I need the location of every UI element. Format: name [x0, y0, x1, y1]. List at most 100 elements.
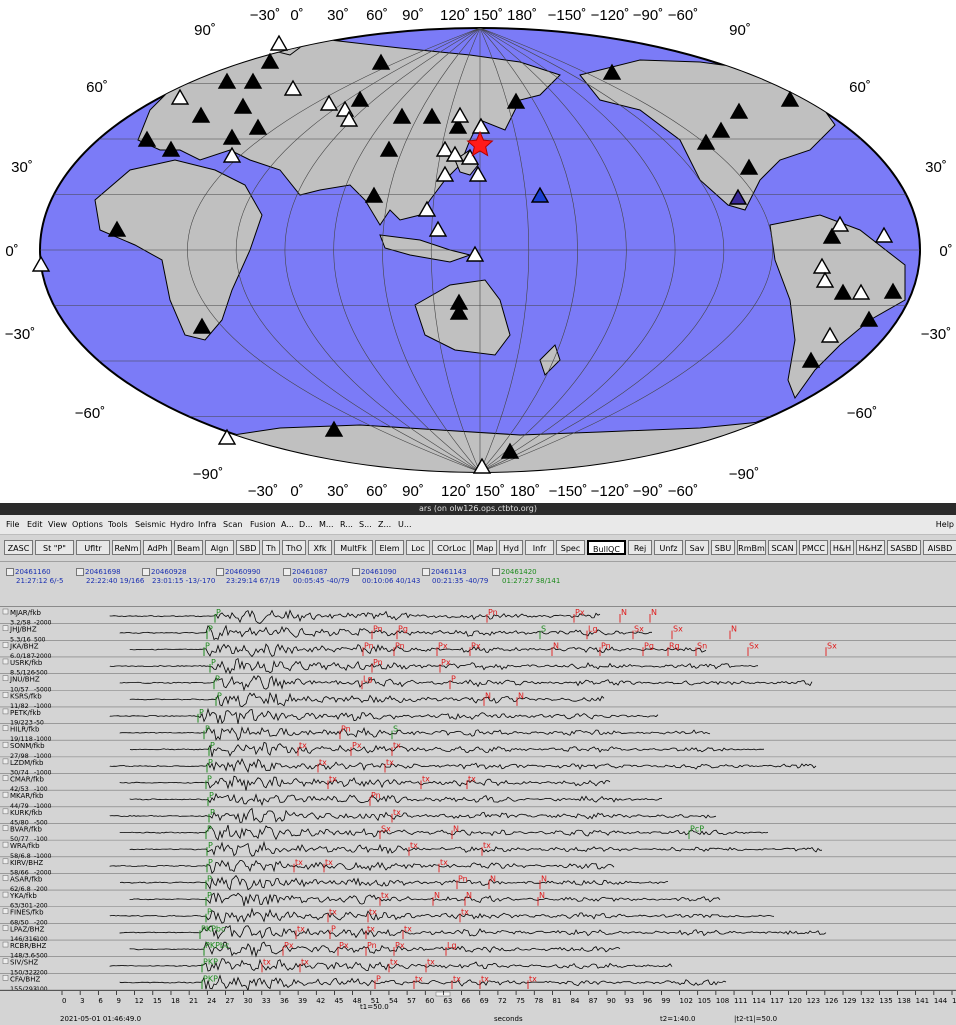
toolbar-button-adph[interactable]: AdPh [143, 540, 172, 555]
toolbar-button-rmbm[interactable]: RmBm [737, 540, 766, 555]
toolbar-button-ufltr[interactable]: Ufltr [76, 540, 110, 555]
channel-checkbox[interactable] [2, 642, 9, 648]
event-entry[interactable]: 20461087 00:05:45 -40/79 [283, 568, 349, 586]
channel-row[interactable]: USRK/fkb8.5/126 -500P Pn Px [0, 658, 956, 677]
event-entry[interactable]: 20461143 00:21:35 -40/79 [422, 568, 488, 586]
toolbar-button-algn[interactable]: Algn [205, 540, 234, 555]
toolbar-button-elem[interactable]: Elem [375, 540, 404, 555]
channel-row[interactable]: KURK/fkb45/80 -500P tx [0, 807, 956, 827]
channel-row[interactable]: MKAR/fkb44/79 -1000P Pn [0, 791, 956, 810]
event-checkbox[interactable] [6, 568, 14, 576]
event-entry[interactable]: 20461420 01:27:27 38/141 [492, 568, 560, 586]
toolbar-button-scan[interactable]: SCAN [768, 540, 797, 555]
scroll-thumb[interactable] [435, 991, 451, 997]
menu-options-3[interactable]: Options [72, 520, 103, 529]
toolbar-button-sasbd[interactable]: SASBD [887, 540, 921, 555]
toolbar-button-tho[interactable]: ThO [282, 540, 306, 555]
channel-checkbox[interactable] [2, 825, 9, 831]
channel-row[interactable]: JKA/BHZ6.0/187 -2000P Pn Pn Px Px N Pn Pg Rg Sn Sx S… [0, 641, 956, 660]
toolbar-button-hhz[interactable]: H&HZ [856, 540, 885, 555]
channel-checkbox[interactable] [2, 675, 9, 681]
channel-row[interactable]: MJAR/fkb3.2/58 -2000P Pn Px N N [0, 608, 956, 627]
channel-row[interactable]: LZDM/fkb30/74 -1000P tx tx [0, 758, 956, 777]
toolbar-button-stp[interactable]: St "P" [35, 540, 74, 555]
toolbar-button-bullqc[interactable]: BullQC [587, 540, 626, 555]
channel-checkbox[interactable] [2, 925, 9, 931]
waveform-display[interactable]: MJAR/fkb3.2/58 -2000P Pn Px N NJHJ/BHZ5.3/16 5… [0, 607, 956, 993]
channel-checkbox[interactable] [2, 858, 9, 865]
menu-seismic-5[interactable]: Seismic [135, 520, 166, 529]
channel-row[interactable]: FINES/fkb68/50 -200P tx tx tx [0, 907, 956, 927]
channel-row[interactable]: RCBR/BHZ148/3.6 -500PKPbc Px Px Pn Px Lg [0, 941, 956, 960]
toolbar-button-hyd[interactable]: Hyd [499, 540, 523, 555]
menu-d-11[interactable]: D... [299, 520, 313, 529]
menu-scan-8[interactable]: Scan [223, 520, 242, 529]
toolbar-button-hh[interactable]: H&H [830, 540, 854, 555]
event-checkbox[interactable] [492, 568, 500, 576]
channel-checkbox[interactable] [2, 791, 9, 798]
event-checkbox[interactable] [422, 568, 430, 576]
channel-checkbox[interactable] [2, 841, 9, 848]
channel-row[interactable]: KSRS/fkb11/82 -1000P N N [0, 691, 956, 710]
channel-checkbox[interactable] [2, 975, 9, 981]
channel-checkbox[interactable] [2, 808, 9, 815]
event-entry[interactable]: 20460990 23:29:14 67/19 [216, 568, 280, 586]
event-checkbox[interactable] [352, 568, 360, 576]
toolbar-button-xfk[interactable]: Xfk [308, 540, 332, 555]
event-entry[interactable]: 20461160 21:27:12 6/-5 [6, 568, 63, 586]
menu-u-16[interactable]: U... [398, 520, 411, 529]
toolbar-button-renm[interactable]: ReNm [112, 540, 141, 555]
toolbar-button-spec[interactable]: Spec [556, 540, 585, 555]
menu-tools-4[interactable]: Tools [108, 520, 128, 529]
menu-hydro-6[interactable]: Hydro [170, 520, 194, 529]
channel-checkbox[interactable] [2, 692, 9, 698]
channel-row[interactable]: JNU/BHZ10/57 -5000P Lg P [0, 675, 956, 694]
event-checkbox[interactable] [216, 568, 224, 576]
waveform-panel[interactable]: MJAR/fkb 3.2/58 -2000 P Pn Px N N JHJ/BHZ 5.3/16 5… [0, 607, 956, 993]
event-entry[interactable]: 20460928 23:01:15 -13/-170 [142, 568, 215, 586]
channel-checkbox[interactable] [2, 775, 9, 781]
channel-row[interactable]: LPAZ/BHZ146/316-100PKPbc tx Ptx tx [0, 924, 956, 943]
channel-row[interactable]: ASAR/fkb62/6.8 -200P Pn N N [0, 874, 956, 893]
event-checkbox[interactable] [283, 568, 291, 576]
toolbar-button-pmcc[interactable]: PMCC [799, 540, 828, 555]
menu-fusion-9[interactable]: Fusion [250, 520, 276, 529]
toolbar-button-unfz[interactable]: Unfz [654, 540, 683, 555]
channel-row[interactable]: BVAR/fkb50/77 -100P Sx N PcP [0, 824, 956, 843]
channel-checkbox[interactable] [2, 908, 9, 914]
channel-row[interactable]: CFA/BHZ155/293-100PKP Ptx tx tx tx [0, 974, 956, 993]
channel-row[interactable]: KIRV/BHZ58/66 -2000P tx tx tx [0, 858, 956, 877]
channel-checkbox[interactable] [2, 891, 9, 898]
event-entry[interactable]: 20461090 00:10:06 40/143 [352, 568, 420, 586]
channel-checkbox[interactable] [2, 741, 9, 748]
toolbar-button-sbu[interactable]: SBU [711, 540, 735, 555]
toolbar-button-loc[interactable]: Loc [406, 540, 430, 555]
channel-row[interactable]: YKA/fkb63/301 -200P tx N N N [0, 891, 956, 910]
toolbar-button-th[interactable]: Th [262, 540, 280, 555]
channel-row[interactable]: PETK/fkb19/223 -50P [0, 707, 956, 727]
channel-row[interactable]: HILR/fkb19/118 -1000P Pn S [0, 725, 956, 744]
menu-edit-1[interactable]: Edit [27, 520, 43, 529]
toolbar-button-sbd[interactable]: SBD [236, 540, 260, 555]
channel-checkbox[interactable] [2, 625, 9, 631]
toolbar-button-sav[interactable]: Sav [685, 540, 709, 555]
channel-row[interactable]: CMAR/fkb42/53 -100P tx tx tx [0, 775, 956, 794]
menu-help[interactable]: Help [936, 520, 954, 529]
toolbar-button-rej[interactable]: Rej [628, 540, 652, 555]
toolbar-button-aisbd[interactable]: AISBD [923, 540, 956, 555]
channel-row[interactable]: WRA/fkb58/6.8 -1000P tx tx [0, 840, 956, 860]
toolbar-button-multfk[interactable]: MultFk [334, 540, 373, 555]
toolbar-button-infr[interactable]: Infr [525, 540, 554, 555]
channel-checkbox[interactable] [2, 608, 9, 615]
menu-view-2[interactable]: View [48, 520, 67, 529]
channel-checkbox[interactable] [2, 958, 9, 964]
channel-checkbox[interactable] [2, 875, 9, 881]
event-entry[interactable]: 20461698 22:22:40 19/166 [76, 568, 144, 586]
menu-infra-7[interactable]: Infra [198, 520, 216, 529]
toolbar-button-map[interactable]: Map [473, 540, 497, 555]
menu-r-13[interactable]: R... [340, 520, 353, 529]
toolbar-button-zasc[interactable]: ZASC [4, 540, 33, 555]
toolbar-button-beam[interactable]: Beam [174, 540, 203, 555]
menu-a-10[interactable]: A... [281, 520, 294, 529]
menu-file-0[interactable]: File [6, 520, 19, 529]
